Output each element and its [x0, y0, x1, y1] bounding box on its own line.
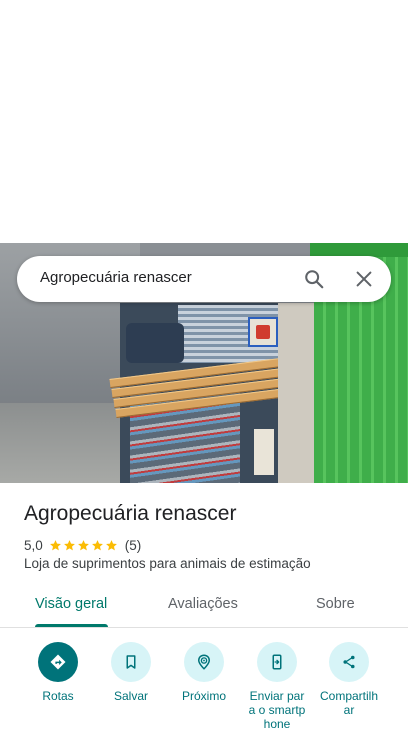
star-icon [49, 539, 61, 550]
tabs-divider [0, 627, 408, 628]
star-icon [91, 539, 103, 550]
nearby-label: Próximo [181, 689, 226, 703]
star-icon [77, 539, 89, 550]
map-area-blank [0, 0, 408, 243]
nearby-button[interactable]: Próximo [165, 642, 243, 703]
nearby-icon[interactable] [184, 642, 224, 682]
search-icon[interactable] [303, 268, 325, 290]
send-to-phone-icon[interactable] [257, 642, 297, 682]
rating-stars [49, 539, 119, 552]
rating-row[interactable]: 5,0 (5) [24, 536, 141, 554]
search-bar[interactable]: Agropecuária renascer [17, 256, 391, 302]
tab-overview[interactable]: Visão geral [35, 596, 107, 612]
bookmark-icon[interactable] [111, 642, 151, 682]
share-button[interactable]: Compartilhar [310, 642, 388, 717]
directions-icon[interactable] [38, 642, 78, 682]
send-to-phone-button[interactable]: Enviar para o smartphone [238, 642, 316, 731]
save-label: Salvar [113, 689, 148, 703]
directions-label: Rotas [42, 689, 74, 703]
star-icon [63, 539, 75, 550]
reviews-count[interactable]: (5) [125, 538, 142, 553]
share-icon[interactable] [329, 642, 369, 682]
photo-column-sign [254, 429, 274, 475]
directions-button[interactable]: Rotas [19, 642, 97, 703]
star-icon [105, 539, 117, 550]
share-label: Compartilhar [319, 689, 379, 717]
close-icon[interactable] [353, 268, 375, 290]
send-to-phone-label: Enviar para o smartphone [248, 689, 306, 731]
tab-reviews[interactable]: Avaliações [168, 596, 238, 612]
photo-green-top [310, 243, 408, 257]
search-query[interactable]: Agropecuária renascer [40, 269, 192, 286]
tab-about[interactable]: Sobre [316, 596, 355, 612]
photo-sign [248, 317, 278, 347]
photo-tank [126, 323, 184, 363]
place-category: Loja de suprimentos para animais de esti… [24, 556, 311, 571]
place-name: Agropecuária renascer [24, 502, 237, 525]
rating-value: 5,0 [24, 537, 43, 553]
save-button[interactable]: Salvar [92, 642, 170, 703]
